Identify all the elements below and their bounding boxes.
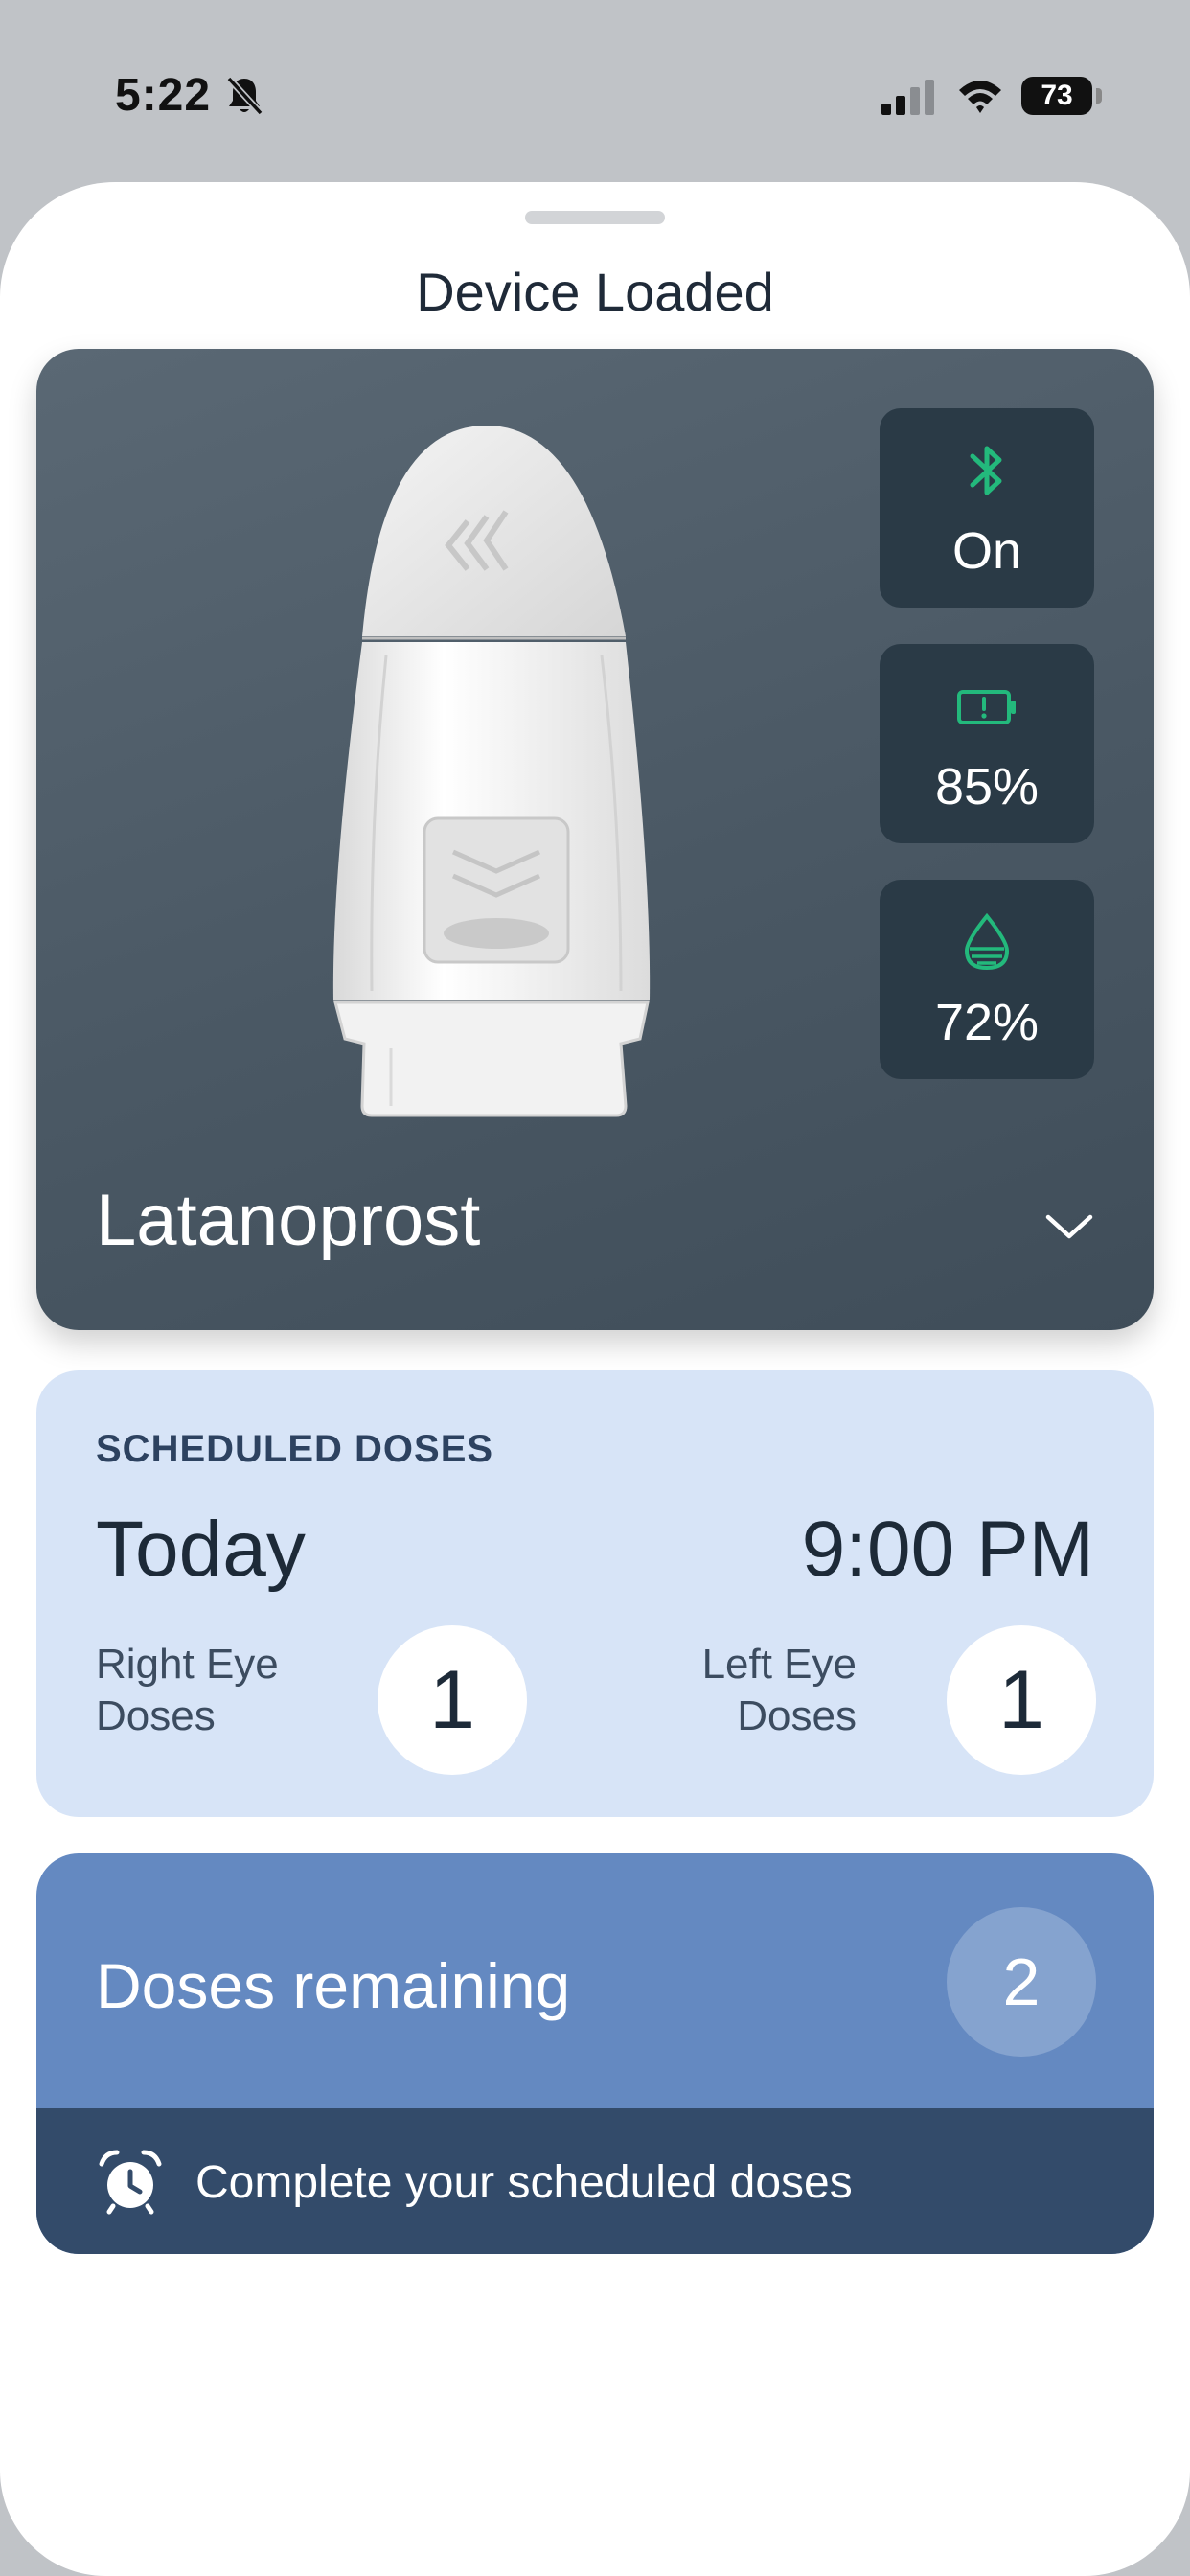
scheduled-doses-card[interactable]: SCHEDULED DOSES Today 9:00 PM Right Eye … [36,1370,1154,1817]
right-eye-label: Right Eye Doses [96,1639,279,1742]
medication-level-percent: 72% [934,994,1040,1051]
battery-percent: 85% [934,758,1040,816]
chevron-down-icon[interactable] [1041,1208,1098,1246]
scheduled-day: Today [96,1506,306,1593]
battery-level: 73 [1021,77,1092,115]
sheet-grabber[interactable] [525,211,665,224]
bluetooth-status: On [951,522,1022,580]
battery-cap [1096,88,1102,104]
scheduled-doses-label: SCHEDULED DOSES [96,1428,494,1470]
battery-icon: 73 [1021,77,1106,117]
doses-remaining-card[interactable]: Doses remaining 2 Complete your schedule… [36,1853,1154,2254]
device-card[interactable]: On 85% 72% Latanoprost [36,349,1154,1330]
battery-alert-icon [957,690,1016,724]
bluetooth-tile: On [880,408,1094,608]
right-eye-dose-count: 1 [378,1625,527,1775]
status-time: 5:22 [115,70,212,121]
left-eye-dose-count: 1 [947,1625,1096,1775]
battery-tile: 85% [880,644,1094,843]
bell-slash-icon [226,76,263,116]
drop-icon [964,912,1010,971]
left-eye-label: Left Eye Doses [650,1639,857,1742]
medication-level-tile: 72% [880,880,1094,1079]
left-eye-label-line2: Doses [737,1692,857,1739]
bottom-sheet: Device Loaded On 85% 72% Latanoprost SCH… [0,182,1190,2576]
bluetooth-icon [970,446,1002,495]
right-eye-label-line2: Doses [96,1692,216,1739]
status-bar: 5:22 73 [0,0,1190,182]
scheduled-time: 9:00 PM [801,1506,1094,1593]
wifi-icon [959,80,1001,113]
drug-name: Latanoprost [96,1180,481,1261]
reminder-text: Complete your scheduled doses [195,2157,853,2208]
right-eye-label-line1: Right Eye [96,1641,279,1688]
left-eye-label-line1: Left Eye [701,1641,857,1688]
device-image [332,426,651,1117]
alarm-clock-icon [99,2150,162,2215]
cellular-signal-icon [881,80,934,115]
doses-remaining-count: 2 [947,1907,1096,2057]
reminder-bar[interactable]: Complete your scheduled doses [36,2108,1154,2254]
doses-remaining-label: Doses remaining [96,1950,571,2021]
sheet-title: Device Loaded [416,262,774,322]
